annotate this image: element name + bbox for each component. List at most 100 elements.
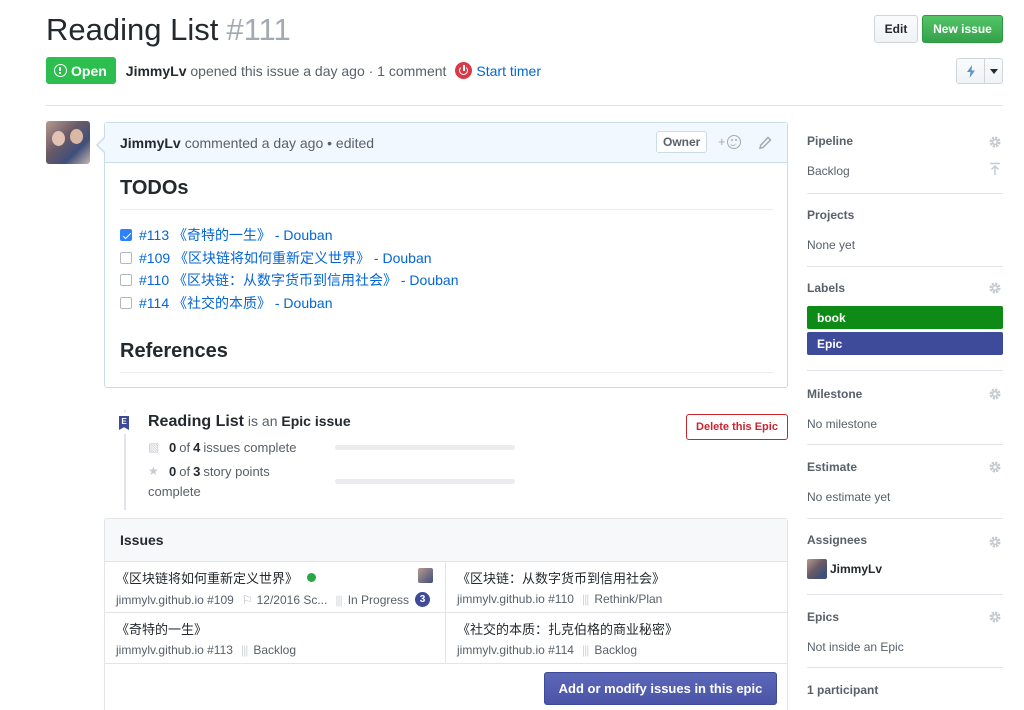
task-item: #109 《区块链将如何重新定义世界》 - Douban [120,247,772,270]
issue-pipeline: Backlog [253,643,297,657]
gear-icon[interactable] [988,535,1002,549]
zenhub-icon[interactable] [957,59,985,83]
sidebar-divider [807,266,1003,267]
epic-issue-title[interactable]: 《区块链将如何重新定义世界》 [116,568,445,587]
chevron-down-icon [989,68,998,74]
issue-title-text[interactable]: 《区块链将如何重新定义世界》 [116,568,298,587]
task-link[interactable]: #109 《区块链将如何重新定义世界》 - Douban [139,248,432,268]
sidebar-assignees: Assignees JimmyLv [807,533,1003,579]
issue-title-text: Reading List [46,12,219,47]
gear-icon[interactable] [988,610,1002,624]
smiley-icon [726,134,741,149]
issue-repo: jimmylv.github.io #110 [457,592,574,606]
milestone-label: Milestone [807,387,863,401]
add-reaction-button[interactable]: + [718,134,741,149]
gear-icon[interactable] [988,387,1002,401]
participants-label: 1 participant [807,683,879,697]
dropdown-caret[interactable] [985,59,1002,83]
open-status-dot [307,573,317,582]
gear-icon[interactable] [988,281,1002,295]
labels-label: Labels [807,281,846,295]
epic-issue-card[interactable]: 《区块链将如何重新定义世界》 jimmylv.github.io #109 ⚐ … [105,562,445,613]
epic-issue-title[interactable]: 《奇特的一生》 [116,619,445,638]
power-icon[interactable] [455,62,473,79]
task-checkbox[interactable] [120,229,132,242]
points-progress-text: ★ 0 of 3 story points [148,464,270,479]
points-suffix: story points [203,464,270,479]
epic-issue-label: Epic issue [281,413,351,429]
sidebar-labels: Labels [807,281,1003,295]
opened-text: opened this issue a day ago · 1 comment [190,62,447,79]
comment-author[interactable]: JimmyLv [120,135,181,151]
issues-progress-bar [335,445,515,450]
edit-button[interactable]: Edit [874,15,918,43]
estimate-value: No estimate yet [807,490,891,504]
task-link[interactable]: #114 《社交的本质》 - Douban [139,293,332,313]
points-of: of [179,464,191,479]
issues-suffix: issues complete [203,440,297,455]
pipeline-value[interactable]: Backlog [807,164,1003,178]
issues-icon: ▧ [148,440,160,454]
epic-issue-card[interactable]: 《区块链：从数字货币到信用社会》 jimmylv.github.io #110 … [445,562,787,613]
assignee-item[interactable]: JimmyLv [807,559,1003,579]
pencil-icon[interactable] [758,136,772,150]
add-issues-button[interactable]: Add or modify issues in this epic [544,672,777,705]
complete-text: complete [148,484,201,499]
label-book[interactable]: book [807,306,1003,329]
estimate-badge: 3 [415,592,431,607]
issue-repo: jimmylv.github.io #114 [457,643,574,657]
issues-heading: Issues [105,519,787,562]
epic-issue-card[interactable]: 《奇特的一生》 jimmylv.github.io #113 ||| Backl… [105,613,445,664]
avatar[interactable] [46,121,90,164]
label-epic[interactable]: Epic [807,332,1003,355]
assignee-avatar [418,568,433,583]
new-issue-button[interactable]: New issue [922,15,1003,43]
epic-title: Reading List is an Epic issue [148,413,351,431]
epic-title-name: Reading List [148,413,245,430]
comment-header: JimmyLv commented a day ago • edited Own… [105,123,787,163]
issue-title-text[interactable]: 《奇特的一生》 [116,619,207,638]
start-timer-link[interactable]: Start timer [476,63,541,79]
epic-issue-meta: jimmylv.github.io #114 ||| Backlog [457,643,787,657]
gear-icon[interactable] [988,135,1002,149]
epic-issue-card[interactable]: 《社交的本质：扎克伯格的商业秘密》 jimmylv.github.io #114… [445,613,787,664]
comment-arrow-fill [98,138,105,152]
delete-epic-button[interactable]: Delete this Epic [686,414,788,440]
author-link[interactable]: JimmyLv [126,63,187,79]
task-link[interactable]: #110 《区块链：从数字货币到信用社会》 - Douban [139,270,458,290]
issue-title-text[interactable]: 《区块链：从数字货币到信用社会》 [457,568,665,587]
epic-issue-meta: jimmylv.github.io #110 ||| Rethink/Plan [457,592,787,606]
epic-issue-title[interactable]: 《区块链：从数字货币到信用社会》 [457,568,787,587]
zenhub-menu-button[interactable] [956,58,1003,84]
gear-icon[interactable] [988,460,1002,474]
todo-list: #113 《奇特的一生》 - Douban #109 《区块链将如何重新定义世界… [120,224,772,314]
issue-title-text[interactable]: 《社交的本质：扎克伯格的商业秘密》 [457,619,678,638]
task-link[interactable]: #113 《奇特的一生》 - Douban [139,225,332,245]
comment-meta: commented a day ago • edited [184,134,375,151]
meta-text: JimmyLv opened this issue a day ago · 1 … [126,63,447,79]
sidebar-divider [807,444,1003,445]
issue-pipeline: Backlog [594,643,638,657]
plus-text: + [718,134,726,149]
epics-label: Epics [807,610,840,624]
sidebar-divider [807,667,1003,668]
owner-badge: Owner [656,131,708,153]
comment-body: TODOs #113 《奇特的一生》 - Douban #109 《区块链将如何… [105,163,787,373]
state-label: Open [71,62,107,79]
estimate-label: Estimate [807,460,858,474]
epic-issue-title[interactable]: 《社交的本质：扎克伯格的商业秘密》 [457,619,787,638]
sidebar-divider [807,370,1003,371]
move-to-top-icon[interactable] [988,162,1002,176]
epic-issue-meta: jimmylv.github.io #109 ⚐ 12/2016 Sc... |… [116,592,445,607]
milestone-icon: ⚐ [241,592,253,607]
task-item: #114 《社交的本质》 - Douban [120,292,772,315]
epics-value: Not inside an Epic [807,640,904,654]
references-heading: References [120,340,774,373]
pipeline-icon: ||| [240,643,248,657]
assignee-name[interactable]: JimmyLv [830,562,882,576]
task-checkbox[interactable] [120,296,132,309]
task-checkbox[interactable] [120,274,132,287]
issue-meta: Open JimmyLv opened this issue a day ago… [46,57,541,84]
task-checkbox[interactable] [120,251,132,264]
task-item: #110 《区块链：从数字货币到信用社会》 - Douban [120,269,772,292]
